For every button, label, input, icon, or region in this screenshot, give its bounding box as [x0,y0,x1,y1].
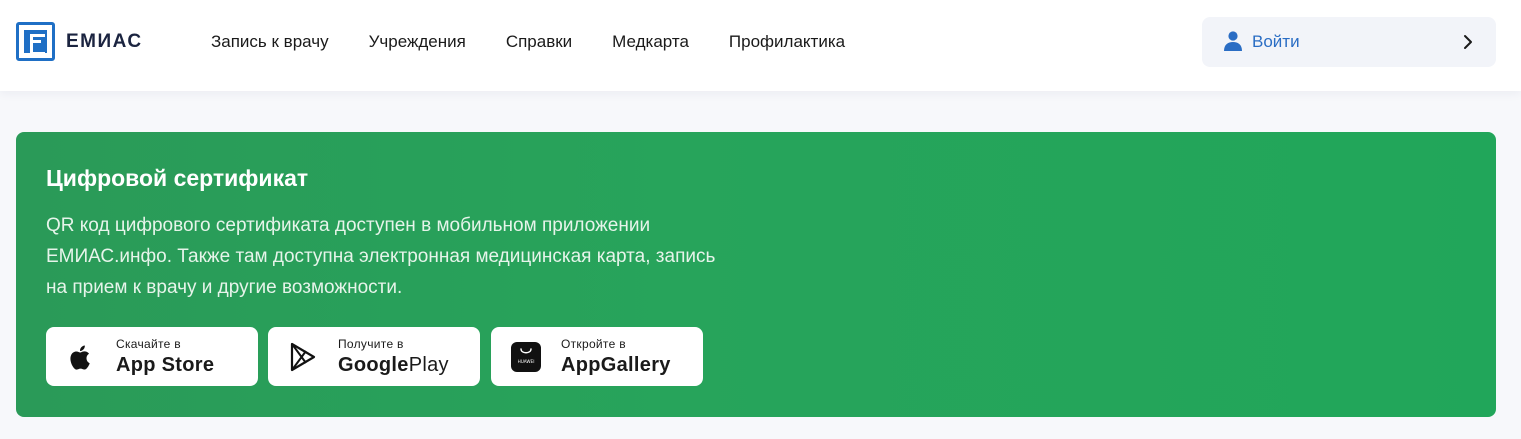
appgallery-button[interactable]: HUAWEI Откройте в AppGallery [491,327,703,386]
banner-title: Цифровой сертификат [46,165,309,191]
nav-item-institutions[interactable]: Учреждения [369,31,466,53]
digital-certificate-banner: Цифровой сертификат QR код цифрового сер… [16,132,1496,417]
nav-item-medcard[interactable]: Медкарта [612,31,689,53]
nav-item-appointment[interactable]: Запись к врачу [211,31,329,53]
login-label: Войти [1252,32,1300,51]
emias-logo[interactable]: ЕМИАС [16,22,143,61]
user-icon [1224,31,1242,51]
chevron-right-icon [1464,35,1472,49]
huawei-appgallery-icon: HUAWEI [511,342,541,372]
appgallery-small-label: Откройте в [561,337,626,351]
app-store-button[interactable]: Скачайте в App Store [46,327,258,386]
app-store-label: App Store [116,354,215,376]
google-play-button[interactable]: Получите в GooglePlay [268,327,480,386]
nav-item-prevention[interactable]: Профилактика [729,31,845,53]
google-play-icon [290,342,316,372]
huawei-icon-text: HUAWEI [518,359,535,364]
nav-item-certificates[interactable]: Справки [506,31,572,53]
appgallery-label: AppGallery [561,354,671,376]
apple-icon [70,345,90,370]
google-play-label-bold: Google [338,354,409,376]
main-nav: Запись к врачу Учреждения Справки Медкар… [211,31,885,53]
google-play-small-label: Получите в [338,337,404,351]
google-play-label-light: Play [408,354,449,376]
login-button[interactable]: Войти [1202,17,1496,67]
site-header: ЕМИАС Запись к врачу Учреждения Справки … [0,0,1521,91]
app-store-small-label: Скачайте в [116,337,181,351]
logo-text: ЕМИАС [66,30,143,52]
google-play-label: GooglePlay [338,353,449,377]
banner-description: QR код цифрового сертификата доступен в … [46,215,716,298]
logo-icon [16,22,55,61]
